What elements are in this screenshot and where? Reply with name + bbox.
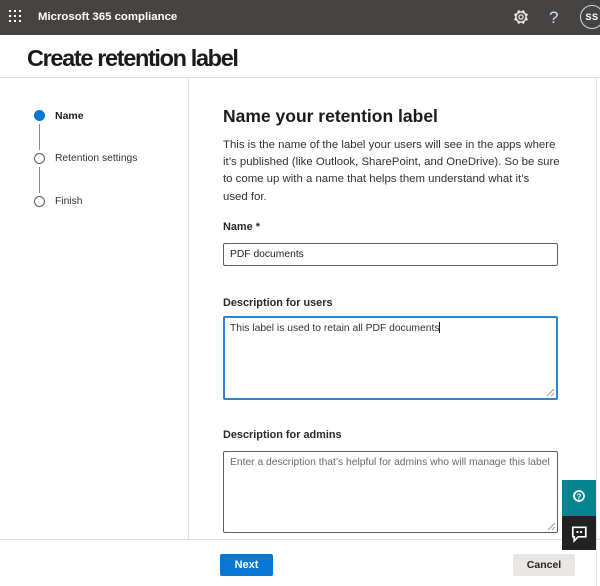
svg-text:?: ? [577, 493, 582, 502]
